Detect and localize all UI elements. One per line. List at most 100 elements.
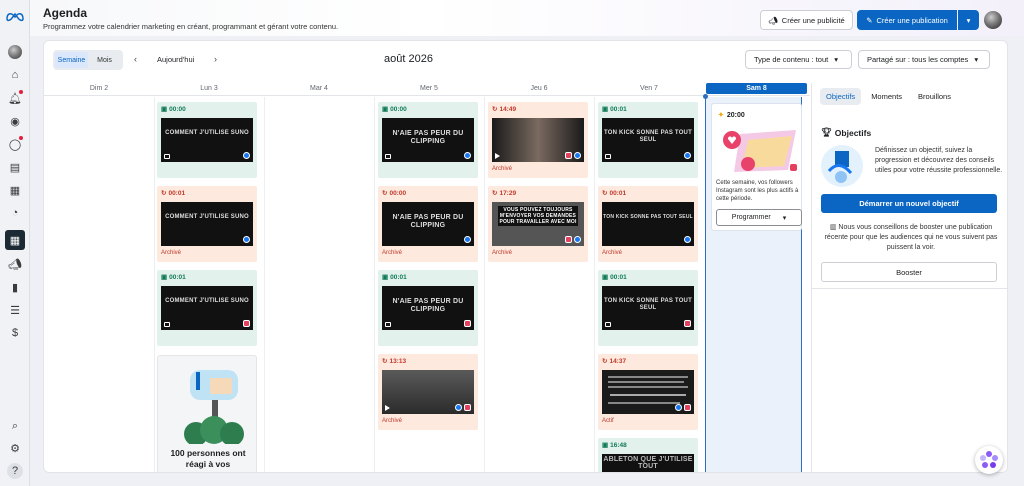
create-post-dropdown[interactable]: ▾ — [958, 10, 979, 30]
page-title: Agenda — [43, 6, 88, 20]
reel-icon — [385, 154, 391, 159]
account-avatar[interactable] — [984, 11, 1002, 29]
compass-icon[interactable]: ◉ — [7, 113, 23, 129]
post-card[interactable]: ↻ 13:13 Archivé — [378, 354, 478, 430]
page-header: Agenda Programmez votre calendrier marke… — [30, 0, 1024, 36]
facebook-icon — [243, 236, 250, 243]
meta-logo-icon[interactable] — [5, 9, 25, 23]
calendar-toolbar: Semaine Mois ‹ Aujourd'hui › août 2026 T… — [44, 41, 1007, 81]
saturday-column: ✦ 20:00 Cette semaine, vos followers Inst… — [703, 94, 802, 472]
scheduled-icon: ▣ — [602, 274, 609, 281]
engagement-promo-card[interactable]: 100 personnes ont réagi à vos — [157, 355, 257, 472]
scheduled-icon: ▣ — [382, 274, 389, 281]
messages-icon[interactable]: ◯ — [7, 136, 23, 152]
day-headers: Dim 2 Lun 3 Mar 4 Mer 5 Jeu 6 Ven 7 Sam … — [44, 83, 810, 96]
reel-icon — [385, 322, 391, 327]
status-label: Archivé — [382, 250, 403, 256]
post-card[interactable]: ↻ 00:01 TON KICK SONNE PAS TOUT SEUL Arch… — [598, 186, 698, 262]
status-label: Actif — [602, 418, 614, 424]
view-month-tab[interactable]: Mois — [88, 52, 121, 68]
tab-drafts[interactable]: Brouillons — [912, 88, 957, 105]
facebook-icon — [574, 152, 581, 159]
post-thumbnail: ABLETON QUE J'UTILISE TOUT — [602, 454, 694, 472]
facebook-icon — [464, 152, 471, 159]
insights-icon[interactable]: ▮ — [7, 279, 23, 295]
play-icon — [495, 153, 500, 159]
view-switcher: Semaine Mois — [53, 50, 123, 70]
shared-on-dropdown[interactable]: Partagé sur : tous les comptes ▾ — [858, 50, 990, 69]
post-thumbnail: N'AIE PAS PEUR DU CLIPPING — [382, 118, 474, 162]
post-card[interactable]: ▣ 00:00 N'AIE PAS PEUR DU CLIPPING — [378, 102, 478, 178]
post-thumbnail — [492, 118, 584, 162]
notifications-icon[interactable]: 🔔︎ — [7, 90, 23, 106]
best-time-description: Cette semaine, vos followers Instagram s… — [716, 180, 799, 202]
day-header: Jeu 6 — [530, 85, 548, 92]
search-icon[interactable]: ⌕ — [7, 418, 23, 434]
instagram-icon — [243, 320, 250, 327]
post-card[interactable]: ▣ 00:00 COMMENT J'UTILISE SUNO — [157, 102, 257, 178]
profile-avatar[interactable] — [7, 44, 23, 60]
post-card[interactable]: ↻ 17:29 VOUS POUVEZ TOUJOURS M'ENVOYER VO… — [488, 186, 588, 262]
post-card[interactable]: ▣ 16:48 ABLETON QUE J'UTILISE TOUT — [598, 438, 698, 472]
contacts-icon[interactable]: ▤ — [7, 159, 23, 175]
settings-icon[interactable]: ⚙ — [7, 440, 23, 456]
content-icon[interactable]: ▦ — [7, 182, 23, 198]
post-card[interactable]: ▣ 00:01 N'AIE PAS PEUR DU CLIPPING — [378, 270, 478, 346]
home-icon[interactable]: ⌂ — [7, 67, 23, 83]
refresh-icon: ↻ — [161, 190, 167, 197]
next-week-icon[interactable]: › — [214, 54, 217, 64]
program-button[interactable]: Programmer ▾ — [716, 209, 802, 226]
calendar-panel: Semaine Mois ‹ Aujourd'hui › août 2026 T… — [43, 40, 1008, 473]
objectives-illustration — [821, 145, 863, 187]
view-week-tab[interactable]: Semaine — [55, 52, 88, 68]
post-card[interactable]: ▣ 00:01 TON KICK SONNE PAS TOUT SEUL — [598, 102, 698, 178]
speed-icon[interactable]: ◔ — [7, 205, 23, 221]
sparkle-icon: ✦ — [718, 112, 724, 119]
status-label: Archivé — [161, 250, 182, 256]
boost-button[interactable]: Booster — [821, 262, 997, 282]
flower-icon — [980, 451, 998, 468]
suggested-slot-card[interactable]: ✦ 20:00 Cette semaine, vos followers Inst… — [711, 103, 802, 231]
create-post-button[interactable]: ✎ Créer une publication — [857, 10, 957, 30]
start-goal-button[interactable]: Démarrer un nouvel objectif — [821, 194, 997, 213]
megaphone-icon[interactable]: 📣︎ — [7, 256, 23, 272]
post-thumbnail: N'AIE PAS PEUR DU CLIPPING — [382, 286, 474, 330]
post-thumbnail: COMMENT J'UTILISE SUNO — [161, 118, 253, 162]
post-card[interactable]: ▣ 00:01 TON KICK SONNE PAS TOUT SEUL — [598, 270, 698, 346]
current-time-marker — [703, 94, 708, 99]
calendar-grid: ▣ 00:00 COMMENT J'UTILISE SUNO ↻ 00:01 COM… — [44, 94, 810, 472]
status-label: Archivé — [492, 166, 513, 172]
month-label: août 2026 — [384, 53, 433, 65]
post-card[interactable]: ↻ 14:37 Actif — [598, 354, 698, 430]
post-card[interactable]: ↻ 00:00 N'AIE PAS PEUR DU CLIPPING Archiv… — [378, 186, 478, 262]
compose-icon: ✎ — [866, 15, 873, 25]
reel-icon — [605, 154, 611, 159]
scheduled-icon: ▣ — [602, 442, 609, 449]
tab-objectives[interactable]: Objectifs — [820, 88, 862, 105]
tab-moments[interactable]: Moments — [865, 88, 908, 105]
content-type-dropdown[interactable]: Type de contenu : tout ▾ — [745, 50, 852, 69]
assistant-button[interactable] — [975, 446, 1003, 474]
facebook-icon — [243, 152, 250, 159]
day-header: Ven 7 — [640, 85, 658, 92]
promo-text: 100 personnes ont réagi à vos — [170, 448, 246, 469]
refresh-icon: ↻ — [382, 358, 388, 365]
dollar-icon[interactable]: $ — [7, 325, 23, 341]
status-label: Archivé — [492, 250, 513, 256]
post-thumbnail: COMMENT J'UTILISE SUNO — [161, 202, 253, 246]
refresh-icon: ↻ — [382, 190, 388, 197]
post-card[interactable]: ↻ 00:01 COMMENT J'UTILISE SUNO Archivé — [157, 186, 257, 262]
day-header: Lun 3 — [200, 85, 218, 92]
help-icon[interactable]: ? — [7, 463, 23, 479]
today-button[interactable]: Aujourd'hui — [157, 55, 194, 64]
calendar-icon[interactable]: ▦ — [5, 230, 25, 250]
day-header: Mar 4 — [310, 85, 328, 92]
menu-icon[interactable]: ☰ — [7, 302, 23, 318]
prev-week-icon[interactable]: ‹ — [134, 54, 137, 64]
post-card[interactable]: ↻ 14:49 Archivé — [488, 102, 588, 178]
reel-icon — [164, 322, 170, 327]
caret-down-icon: ▾ — [974, 55, 979, 64]
play-icon — [385, 405, 390, 411]
post-card[interactable]: ▣ 00:01 COMMENT J'UTILISE SUNO — [157, 270, 257, 346]
create-ad-button[interactable]: 📣︎ Créer une publicité — [760, 10, 853, 30]
